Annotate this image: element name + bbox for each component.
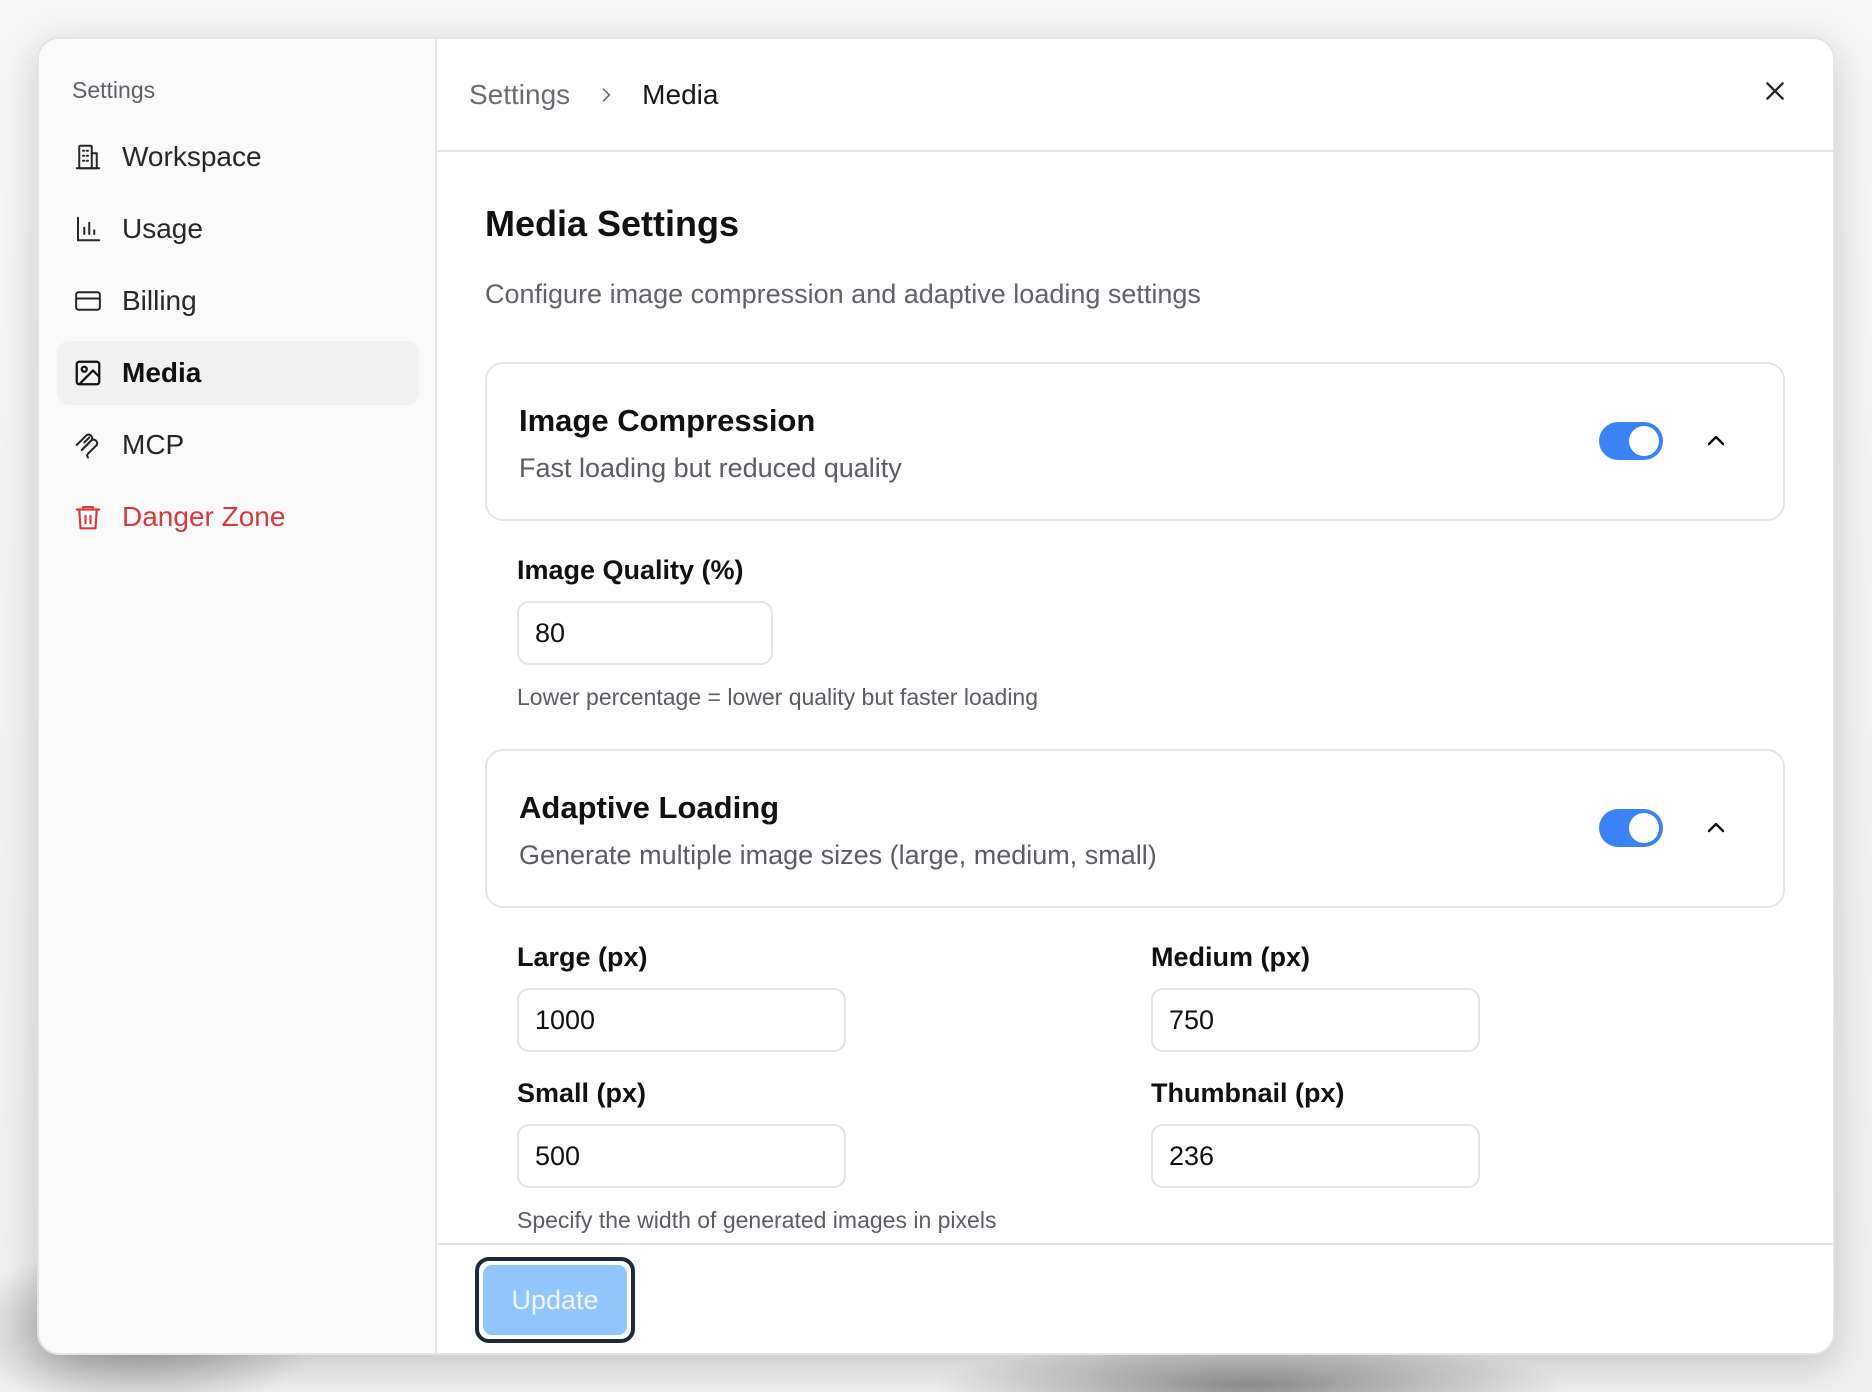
sidebar-heading: Settings <box>72 77 156 103</box>
card-title: Image Compression <box>519 403 816 438</box>
sidebar-item-billing[interactable]: Billing <box>57 269 419 333</box>
image-compression-toggle[interactable] <box>1599 422 1663 460</box>
sidebar-item-label: Danger Zone <box>122 501 286 532</box>
breadcrumb-parent[interactable]: Settings <box>469 79 570 111</box>
sidebar-item-label: MCP <box>122 429 185 460</box>
toggle-knob <box>1629 813 1659 843</box>
update-button-focus-ring: Update <box>475 1257 635 1343</box>
image-quality-label: Image Quality (%) <box>517 555 744 585</box>
card-title: Adaptive Loading <box>519 790 780 825</box>
chevron-right-icon <box>596 85 616 105</box>
medium-size-label: Medium (px) <box>1151 942 1310 972</box>
image-icon <box>72 357 104 389</box>
card-subtitle: Generate multiple image sizes (large, me… <box>519 840 1157 870</box>
large-size-label: Large (px) <box>517 942 648 972</box>
sidebar-item-danger-zone[interactable]: Danger Zone <box>57 485 419 549</box>
settings-sidebar: Settings Workspace Usage Billing Media M… <box>39 39 437 1353</box>
chevron-up-icon <box>1707 822 1725 833</box>
card-subtitle: Fast loading but reduced quality <box>519 453 902 483</box>
modal-footer: Update <box>437 1243 1833 1353</box>
image-sizes-grid: Large (px) Medium (px) Small (px) Thumbn… <box>517 938 1785 1188</box>
breadcrumb-current: Media <box>642 78 719 110</box>
settings-modal: Settings Workspace Usage Billing Media M… <box>37 37 1835 1355</box>
sidebar-item-label: Billing <box>122 285 197 316</box>
settings-main: Settings Media Media Settings Configure … <box>437 39 1833 1353</box>
image-quality-input[interactable] <box>517 601 773 665</box>
chevron-up-icon <box>1707 435 1725 446</box>
sidebar-item-label: Media <box>122 357 202 388</box>
close-button[interactable] <box>1757 73 1793 109</box>
small-size-label: Small (px) <box>517 1078 647 1108</box>
large-size-field: Large (px) <box>517 938 1151 1052</box>
image-compression-card: Image Compression Fast loading but reduc… <box>485 362 1785 521</box>
sidebar-item-label: Usage <box>122 213 203 244</box>
adaptive-loading-toggle[interactable] <box>1599 809 1663 847</box>
collapse-button[interactable] <box>1701 426 1731 456</box>
small-size-field: Small (px) <box>517 1074 1151 1188</box>
medium-size-field: Medium (px) <box>1151 938 1480 1052</box>
sidebar-item-media[interactable]: Media <box>57 341 419 405</box>
large-size-input[interactable] <box>517 988 846 1052</box>
thumbnail-size-field: Thumbnail (px) <box>1151 1074 1480 1188</box>
page-title: Media Settings <box>485 203 740 244</box>
toggle-knob <box>1629 426 1659 456</box>
credit-card-icon <box>72 285 104 317</box>
image-quality-hint: Lower percentage = lower quality but fas… <box>517 684 1039 710</box>
breadcrumb: Settings Media <box>437 39 1833 152</box>
adaptive-loading-card: Adaptive Loading Generate multiple image… <box>485 749 1785 908</box>
building-icon <box>72 141 104 173</box>
sidebar-item-mcp[interactable]: MCP <box>57 413 419 477</box>
sidebar-item-label: Workspace <box>122 141 262 172</box>
image-sizes-hint: Specify the width of generated images in… <box>517 1207 997 1233</box>
image-sizes-section: Large (px) Medium (px) Small (px) Thumbn… <box>485 938 1785 1236</box>
trash-icon <box>72 501 104 533</box>
collapse-button[interactable] <box>1701 813 1731 843</box>
thumbnail-size-label: Thumbnail (px) <box>1151 1078 1345 1108</box>
small-size-input[interactable] <box>517 1124 846 1188</box>
sidebar-item-usage[interactable]: Usage <box>57 197 419 261</box>
update-button[interactable]: Update <box>483 1265 627 1335</box>
page-description: Configure image compression and adaptive… <box>485 279 1201 309</box>
medium-size-input[interactable] <box>1151 988 1480 1052</box>
bar-chart-icon <box>72 213 104 245</box>
close-icon <box>1766 82 1784 100</box>
image-quality-section: Image Quality (%) Lower percentage = low… <box>485 551 1785 713</box>
media-settings-content: Media Settings Configure image compressi… <box>437 152 1833 1236</box>
thumbnail-size-input[interactable] <box>1151 1124 1480 1188</box>
sidebar-item-workspace[interactable]: Workspace <box>57 125 419 189</box>
mcp-icon <box>72 429 104 461</box>
